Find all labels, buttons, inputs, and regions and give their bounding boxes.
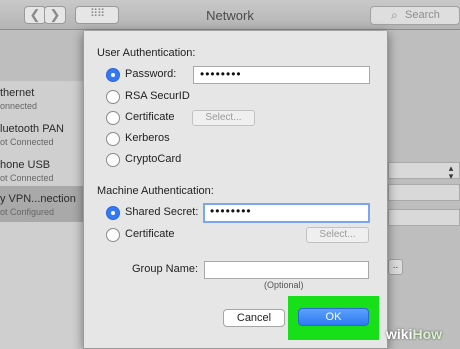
list-item[interactable]: thernet onnected [0,81,88,117]
rsa-securid-radio[interactable] [106,90,120,104]
search-input[interactable]: ⌕ Search [370,6,460,25]
search-placeholder: Search [405,9,440,21]
shared-secret-field[interactable]: •••••••• [203,203,370,223]
service-name: hone USB [0,159,51,171]
grid-icon: ⠿⠿ [89,8,105,20]
service-status: onnected [0,101,38,111]
shared-secret-radio[interactable] [106,206,120,220]
password-label: Password: [125,68,177,80]
watermark-wiki: wiki [386,326,413,342]
window-title: Network [206,8,254,23]
service-name: y VPN...nection [0,193,76,205]
forward-button[interactable]: ❯ [44,6,66,24]
network-service-list: thernet onnected luetooth PAN ot Connect… [0,81,88,349]
watermark-how: How [412,326,443,342]
machine-certificate-radio[interactable] [106,228,120,242]
user-certificate-radio[interactable] [106,111,120,125]
back-button[interactable]: ❮ [24,6,46,24]
group-name-label: Group Name: [132,263,199,275]
machine-certificate-select-button[interactable]: Select... [306,227,369,243]
account-name-field[interactable] [388,209,460,226]
search-icon: ⌕ [391,8,398,22]
group-name-field[interactable] [204,261,369,279]
shared-secret-label: Shared Secret: [125,206,199,218]
service-status: ot Configured [0,207,55,217]
password-field[interactable]: •••••••• [193,66,370,84]
window-titlebar: ❮ ❯ ⠿⠿ Network ⌕ Search [0,0,460,30]
wikihow-watermark: wikiHow [386,326,442,342]
machine-auth-heading: Machine Authentication: [97,185,214,197]
list-item-selected[interactable]: y VPN...nection ot Configured [0,186,88,222]
more-icon[interactable]: .. [388,259,403,275]
list-item[interactable]: luetooth PAN ot Connected [0,117,88,153]
service-status: ot Connected [0,137,54,147]
rsa-securid-label: RSA SecurID [125,90,190,102]
kerberos-radio[interactable] [106,132,120,146]
cryptocard-radio[interactable] [106,153,120,167]
kerberos-label: Kerberos [125,132,170,144]
password-radio[interactable] [106,68,120,82]
server-address-field[interactable] [388,184,460,201]
service-name: thernet [0,87,35,99]
cancel-button[interactable]: Cancel [223,309,285,327]
service-name: luetooth PAN [0,123,65,135]
machine-certificate-label: Certificate [125,228,175,240]
ok-button[interactable]: OK [298,308,369,326]
popup-arrows-icon: ▴ ▾ [448,163,454,181]
chevron-right-icon: ❯ [49,7,61,22]
cryptocard-label: CryptoCard [125,153,182,165]
user-certificate-label: Certificate [125,111,175,123]
user-auth-heading: User Authentication: [97,47,196,59]
group-name-hint: (Optional) [264,280,304,290]
show-all-button[interactable]: ⠿⠿ [75,6,119,24]
user-certificate-select-button[interactable]: Select... [192,110,255,126]
list-item[interactable]: hone USB ot Connected [0,153,88,189]
service-status: ot Connected [0,173,54,183]
chevron-left-icon: ❮ [29,7,41,22]
